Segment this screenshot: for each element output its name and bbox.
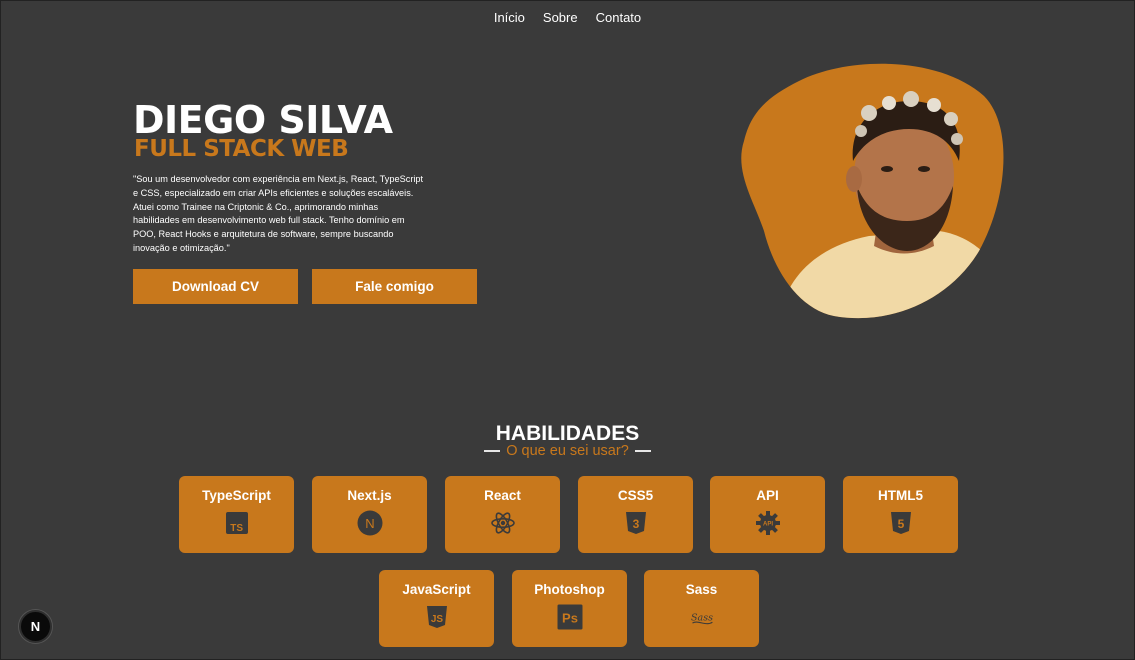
- nextjs-icon: N: [357, 510, 383, 536]
- html5-icon-text: 5: [897, 517, 904, 531]
- skill-label: HTML5: [878, 488, 923, 503]
- nav-link-sobre[interactable]: Sobre: [543, 10, 578, 25]
- typescript-icon: TS: [224, 510, 250, 536]
- javascript-icon-text: JS: [430, 614, 443, 625]
- skill-card-nextjs[interactable]: Next.js N: [312, 476, 427, 553]
- skill-card-api[interactable]: API API: [710, 476, 825, 553]
- css3-icon: 3: [623, 510, 649, 536]
- top-nav: Início Sobre Contato: [1, 10, 1134, 25]
- skill-label: Sass: [685, 582, 718, 597]
- typescript-icon-text: TS: [230, 523, 243, 534]
- subtitle-dash-left: [484, 450, 501, 452]
- skill-label: JavaScript: [402, 582, 471, 597]
- api-icon-text: API: [762, 522, 772, 528]
- skill-card-sass[interactable]: Sass Sass: [644, 570, 759, 647]
- skill-card-typescript[interactable]: TypeScript TS: [179, 476, 294, 553]
- skills-subtitle: O que eu sei usar?: [1, 443, 1134, 459]
- subtitle-dash-right: [634, 450, 651, 452]
- photoshop-icon-text: Ps: [562, 611, 578, 626]
- next-badge-text: N: [30, 619, 41, 634]
- skill-label: CSS5: [617, 488, 654, 503]
- nextjs-icon-text: N: [365, 516, 374, 531]
- skill-card-react[interactable]: React: [445, 476, 560, 553]
- profile-photo: [739, 61, 1007, 323]
- skill-card-html5[interactable]: HTML5 5: [843, 476, 958, 553]
- skill-label: React: [484, 488, 521, 503]
- portfolio-page: Início Sobre Contato DIEGO SILVA FULL ST…: [0, 0, 1135, 660]
- download-cv-button[interactable]: Download CV: [133, 269, 298, 304]
- nextjs-dev-indicator-icon[interactable]: N: [19, 610, 52, 643]
- html5-icon: 5: [888, 510, 914, 536]
- skill-label: Next.js: [347, 488, 392, 503]
- api-gear-icon: API: [755, 510, 781, 536]
- hero-role: FULL STACK WEB: [134, 136, 349, 162]
- skill-card-css[interactable]: CSS5 3: [578, 476, 693, 553]
- sass-icon-text: Sass: [691, 612, 713, 623]
- skills-subtitle-text: O que eu sei usar?: [506, 443, 629, 459]
- skill-label: Photoshop: [534, 582, 605, 597]
- javascript-icon: JS: [424, 604, 450, 630]
- nav-link-contato[interactable]: Contato: [596, 10, 642, 25]
- contact-button[interactable]: Fale comigo: [312, 269, 477, 304]
- sass-icon: Sass: [689, 604, 715, 630]
- skill-card-javascript[interactable]: JavaScript JS: [379, 570, 494, 647]
- css3-icon-text: 3: [632, 517, 639, 531]
- hero-bio: "Sou um desenvolvedor com experiência em…: [133, 174, 424, 253]
- skill-label: TypeScript: [202, 488, 271, 503]
- photoshop-icon: Ps: [557, 604, 583, 630]
- skill-label: API: [756, 488, 779, 503]
- react-icon: [490, 510, 516, 536]
- nav-link-inicio[interactable]: Início: [494, 10, 525, 25]
- skill-card-photoshop[interactable]: Photoshop Ps: [512, 570, 627, 647]
